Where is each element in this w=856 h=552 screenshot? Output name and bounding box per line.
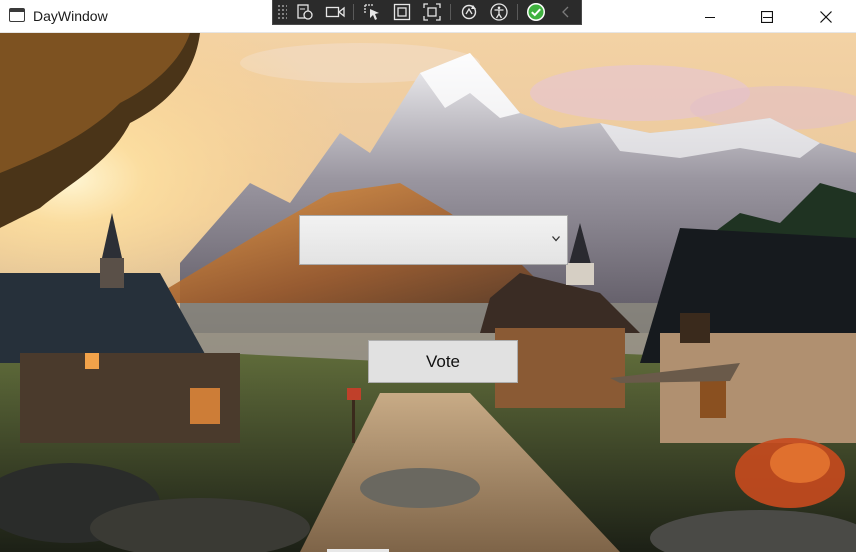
maximize-button[interactable] bbox=[738, 0, 796, 33]
app-window: DayWindow Vote bbox=[0, 0, 856, 552]
live-visual-tree-icon bbox=[297, 4, 313, 20]
close-icon bbox=[820, 10, 832, 23]
drag-grip-icon[interactable] bbox=[277, 3, 287, 21]
collapse-chevron-icon bbox=[562, 6, 569, 18]
minimize-icon bbox=[705, 16, 715, 18]
in-app-debug-toolbar bbox=[272, 0, 582, 25]
collapse-toolbar-button[interactable] bbox=[554, 1, 578, 23]
display-layout-adorners-button[interactable] bbox=[390, 1, 414, 23]
hot-reload-icon bbox=[461, 4, 477, 20]
background-illustration bbox=[0, 33, 856, 552]
live-visual-tree-button[interactable] bbox=[293, 1, 317, 23]
toolbar-separator bbox=[450, 4, 451, 20]
minimize-button-hit[interactable] bbox=[681, 0, 739, 33]
binding-failures-check-icon bbox=[527, 3, 545, 21]
track-focused-element-button[interactable] bbox=[420, 1, 444, 23]
display-layout-adorners-icon bbox=[393, 3, 411, 21]
window-title: DayWindow bbox=[33, 8, 108, 24]
mountain-village-background-image bbox=[0, 33, 856, 552]
option-combobox[interactable] bbox=[299, 215, 568, 265]
maximize-icon bbox=[761, 10, 773, 23]
video-camera-button[interactable] bbox=[323, 1, 347, 23]
close-button[interactable] bbox=[797, 0, 855, 33]
video-camera-icon bbox=[325, 6, 345, 18]
accessibility-checker-button[interactable] bbox=[487, 1, 511, 23]
binding-failures-button[interactable] bbox=[524, 1, 548, 23]
track-focused-element-icon bbox=[423, 3, 441, 21]
select-element-button[interactable] bbox=[360, 1, 384, 23]
vote-button[interactable]: Vote bbox=[368, 340, 518, 383]
select-element-icon bbox=[364, 4, 379, 20]
toolbar-separator bbox=[353, 4, 354, 20]
toolbar-separator bbox=[517, 4, 518, 20]
window-icon bbox=[9, 8, 25, 22]
hot-reload-button[interactable] bbox=[457, 1, 481, 23]
chevron-down-icon bbox=[552, 236, 560, 242]
accessibility-icon bbox=[490, 3, 508, 21]
